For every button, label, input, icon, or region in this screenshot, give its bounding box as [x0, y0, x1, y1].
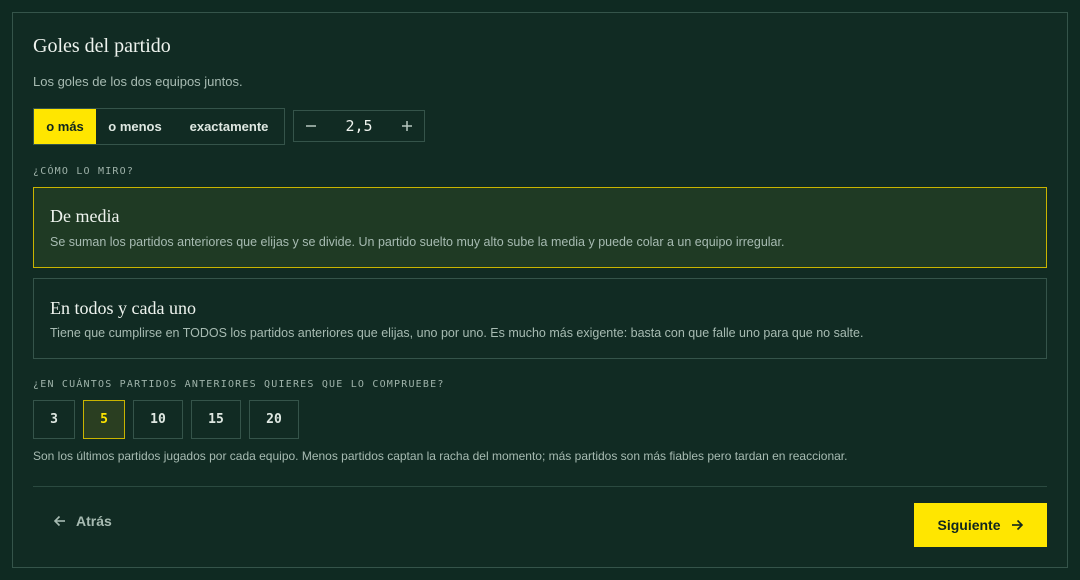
matches-chip-15[interactable]: 15	[191, 400, 241, 439]
goals-filter-panel: Goles del partido Los goles de los dos e…	[12, 12, 1068, 568]
toggle-under-button[interactable]: o menos	[96, 109, 174, 144]
over-under-toggle: o más o menos exactamente	[33, 108, 285, 145]
panel-title: Goles del partido	[33, 35, 171, 57]
minus-icon[interactable]	[294, 111, 328, 141]
back-button-label: Atrás	[76, 513, 112, 529]
next-button-label: Siguiente	[937, 517, 1001, 533]
goals-threshold-stepper: 2,5	[293, 110, 425, 142]
matches-chip-5[interactable]: 5	[83, 400, 125, 439]
threshold-value[interactable]: 2,5	[345, 117, 372, 135]
matches-help-text: Son los últimos partidos jugados por cad…	[33, 449, 848, 463]
matches-chip-3[interactable]: 3	[33, 400, 75, 439]
panel-subtitle: Los goles de los dos equipos juntos.	[33, 74, 243, 89]
method-option-average[interactable]: De media Se suman los partidos anteriore…	[33, 187, 1047, 268]
method-section-label: ¿Cómo lo miro?	[33, 166, 135, 177]
method-option-description: Se suman los partidos anteriores que eli…	[50, 235, 785, 249]
matches-chip-10[interactable]: 10	[133, 400, 183, 439]
next-button[interactable]: Siguiente	[914, 503, 1047, 547]
toggle-exact-button[interactable]: exactamente	[174, 109, 284, 144]
matches-section-label: ¿En cuántos partidos anteriores quieres …	[33, 379, 445, 390]
arrow-right-icon	[1010, 518, 1024, 532]
method-option-title: De media	[50, 206, 120, 226]
method-option-title: En todos y cada uno	[50, 298, 196, 318]
arrow-left-icon	[53, 514, 67, 528]
plus-icon[interactable]	[390, 111, 424, 141]
method-option-description: Tiene que cumplirse en TODOS los partido…	[50, 326, 864, 340]
matches-chip-20[interactable]: 20	[249, 400, 299, 439]
toggle-over-button[interactable]: o más	[34, 109, 96, 144]
back-button[interactable]: Atrás	[53, 513, 112, 529]
method-option-every-match[interactable]: En todos y cada uno Tiene que cumplirse …	[33, 278, 1047, 359]
footer-divider	[33, 486, 1047, 487]
